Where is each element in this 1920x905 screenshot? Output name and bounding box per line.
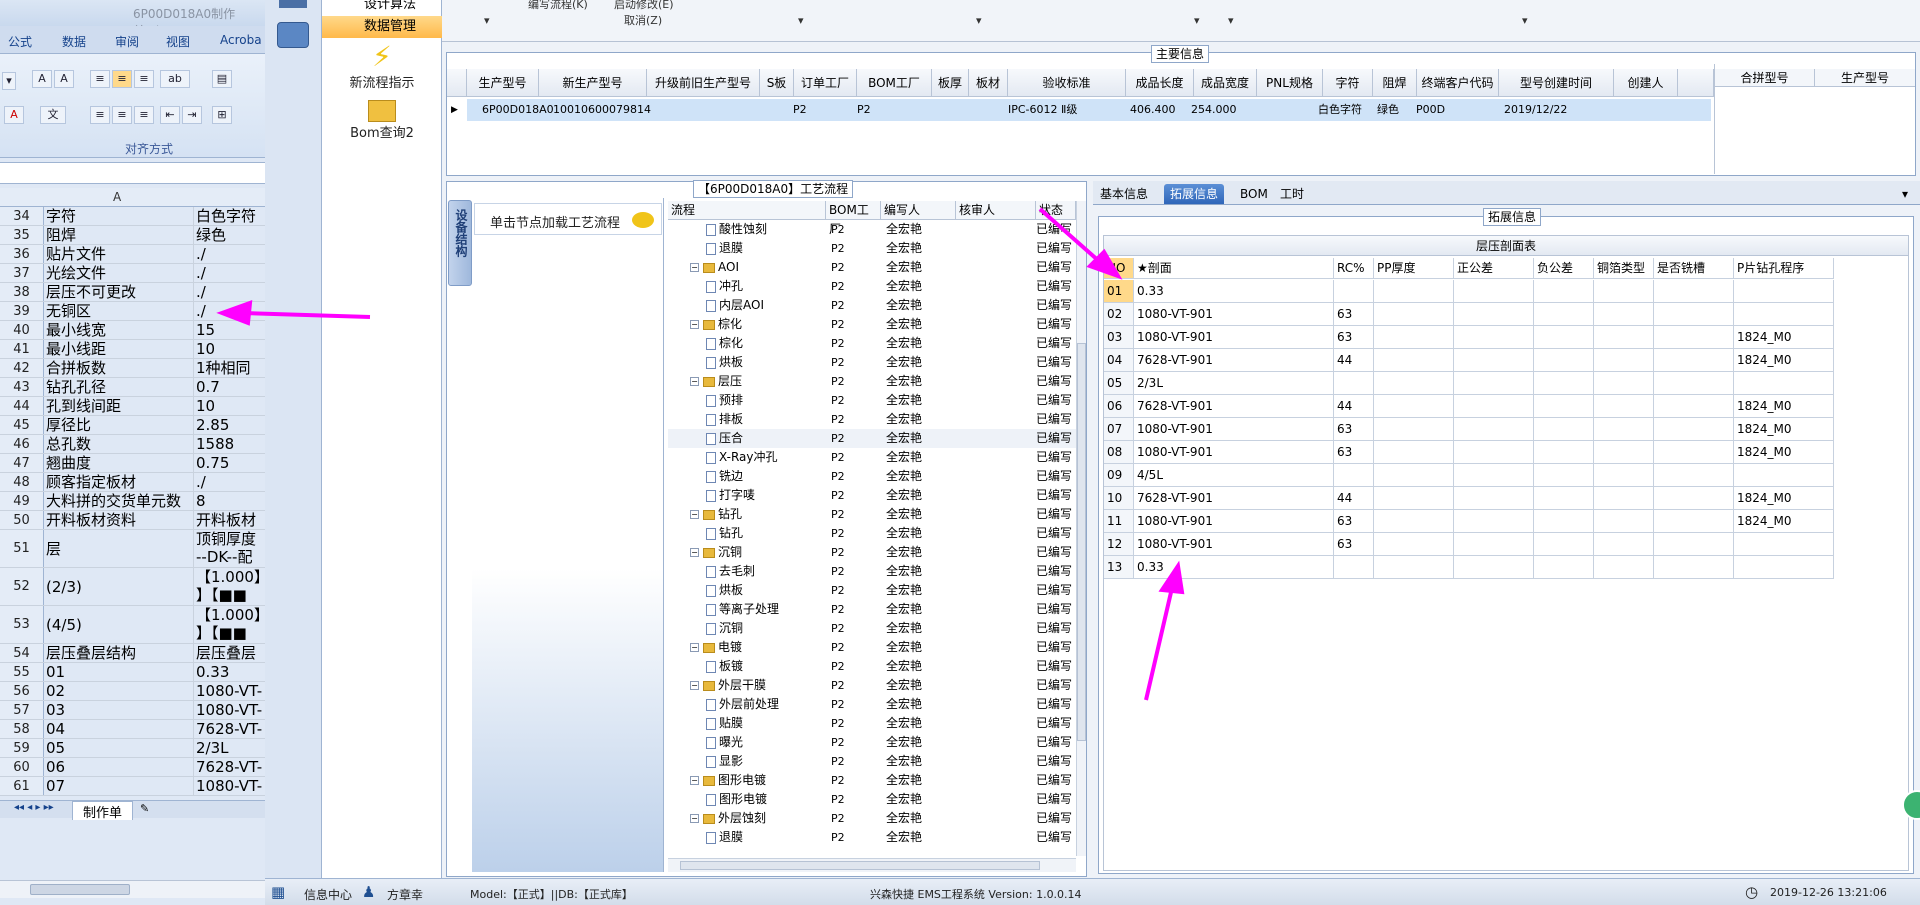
arrowhead: [216, 300, 253, 326]
arrow-no-column: [1038, 207, 1102, 264]
arrowhead: [1158, 560, 1185, 595]
arrow-excel: [241, 311, 371, 319]
annotation-arrows: [216, 207, 1185, 701]
arrow-row-13: [1144, 587, 1174, 701]
